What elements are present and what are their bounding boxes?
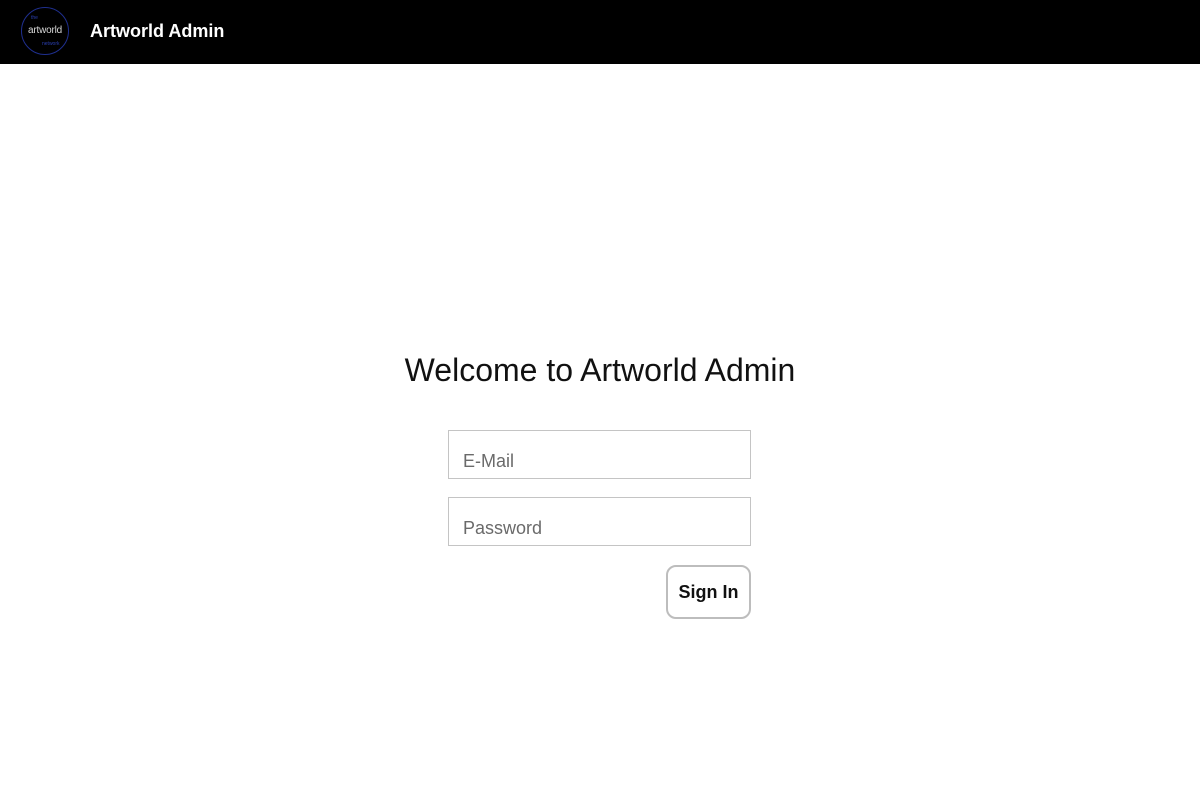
logo-bottom-text: network (42, 41, 60, 47)
email-field[interactable] (448, 430, 751, 479)
app-title: Artworld Admin (90, 21, 225, 41)
logo-top-text: the (31, 15, 38, 21)
welcome-heading: Welcome to Artworld Admin (404, 352, 796, 388)
top-navigation-bar: the artworld network Artworld Admin (0, 0, 1200, 64)
logo-main-text: artworld (28, 25, 62, 36)
sign-in-button[interactable]: Sign In (666, 565, 751, 619)
password-field[interactable] (448, 497, 751, 546)
artworld-logo[interactable]: the artworld network (21, 7, 69, 55)
